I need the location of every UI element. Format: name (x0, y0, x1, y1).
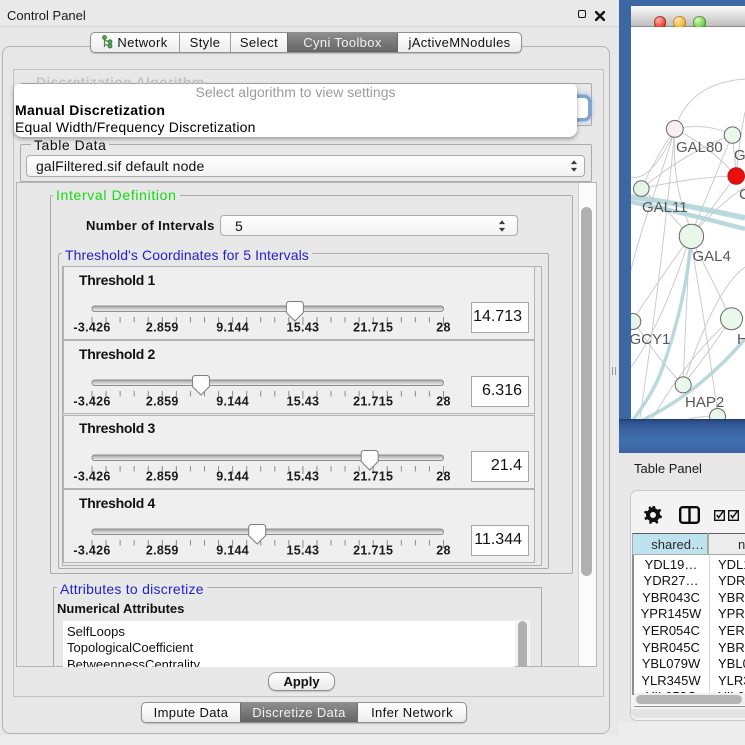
svg-text:21.715: 21.715 (353, 395, 393, 409)
svg-text:-3.426: -3.426 (73, 321, 110, 335)
svg-text:GAL80: GAL80 (676, 139, 723, 156)
svg-text:21.715: 21.715 (353, 544, 393, 558)
svg-text:15.43: 15.43 (287, 544, 320, 558)
svg-text:2.859: 2.859 (146, 469, 179, 483)
svg-text:HA: HA (737, 331, 745, 348)
svg-text:-3.426: -3.426 (73, 395, 110, 409)
svg-text:GAL11: GAL11 (642, 199, 688, 216)
svg-text:21.715: 21.715 (353, 321, 393, 335)
svg-text:-3.426: -3.426 (73, 544, 110, 558)
svg-text:21.715: 21.715 (353, 469, 393, 483)
svg-text:2.859: 2.859 (146, 395, 179, 409)
svg-text:HAP2: HAP2 (685, 394, 724, 411)
svg-text:28: 28 (436, 544, 451, 558)
svg-text:GAL4: GAL4 (693, 248, 731, 265)
svg-text:GA: GA (734, 147, 745, 164)
svg-text:9.144: 9.144 (216, 469, 249, 483)
svg-text:28: 28 (436, 469, 451, 483)
svg-text:2.859: 2.859 (146, 544, 179, 558)
svg-text:-3.426: -3.426 (73, 469, 110, 483)
svg-text:CD: CD (739, 186, 745, 203)
svg-text:15.43: 15.43 (287, 321, 320, 335)
svg-text:15.43: 15.43 (287, 469, 320, 483)
svg-text:28: 28 (436, 395, 451, 409)
svg-text:15.43: 15.43 (287, 395, 320, 409)
svg-text:9.144: 9.144 (216, 321, 249, 335)
svg-text:9.144: 9.144 (216, 395, 249, 409)
svg-text:28: 28 (436, 321, 451, 335)
svg-text:2.859: 2.859 (146, 321, 179, 335)
svg-text:GCY1: GCY1 (631, 331, 670, 348)
svg-text:9.144: 9.144 (216, 544, 249, 558)
